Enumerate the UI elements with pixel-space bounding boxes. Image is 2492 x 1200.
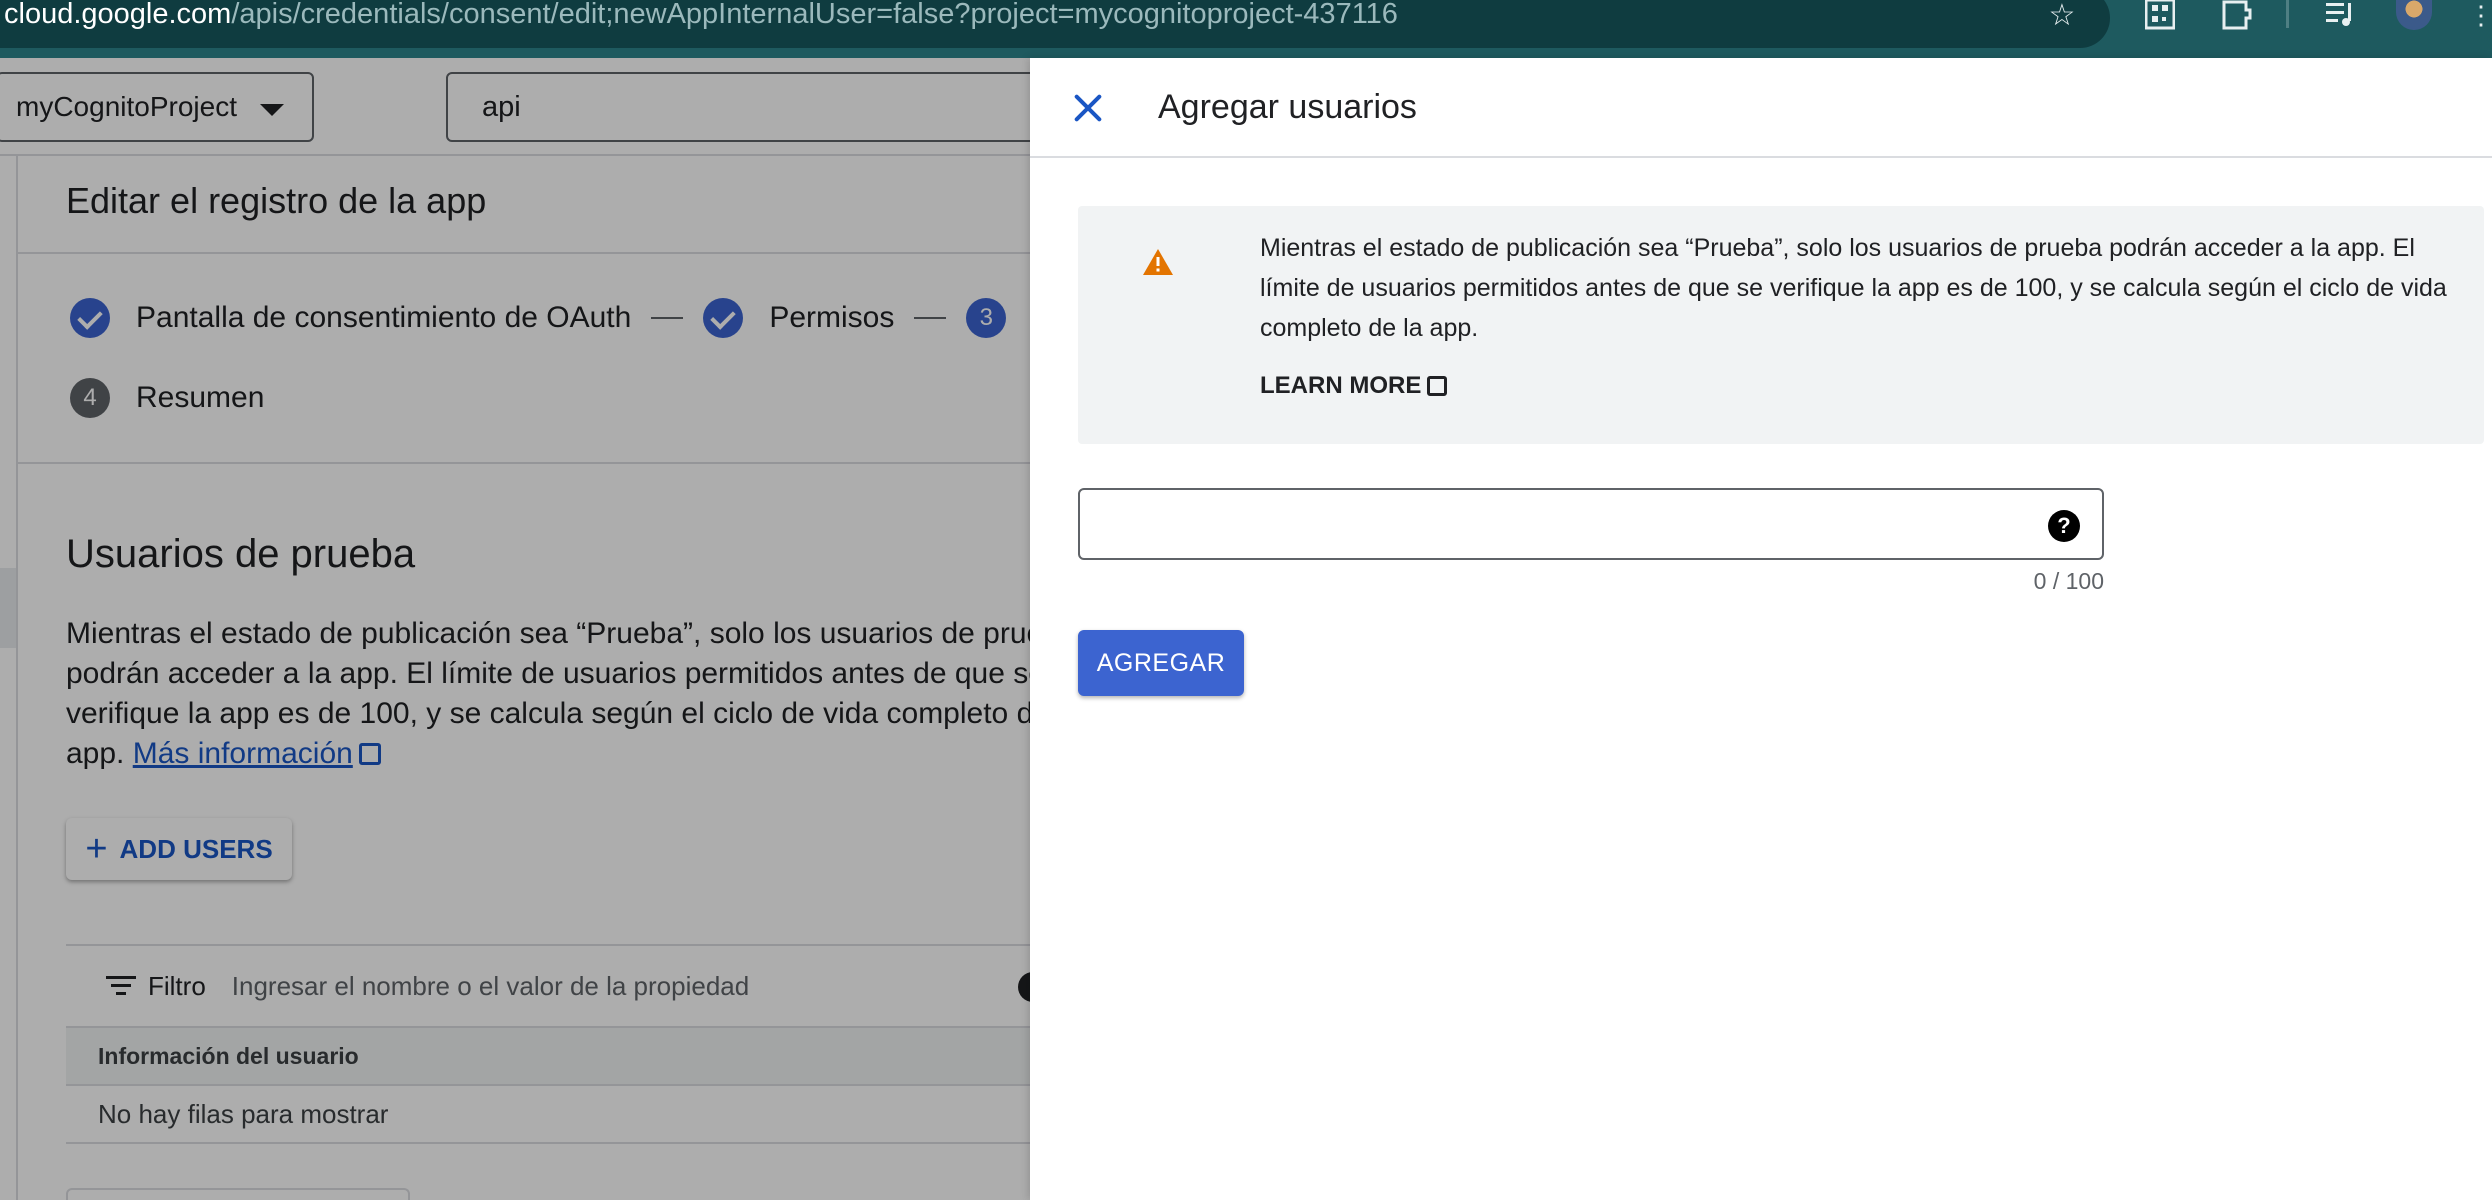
star-icon[interactable]: ☆	[2044, 0, 2080, 32]
learn-more-label: LEARN MORE	[1260, 372, 1422, 399]
external-link-icon	[1427, 376, 1448, 396]
notice-line: límite de usuarios permitidos antes de q…	[1260, 274, 2447, 302]
profile-avatar[interactable]	[2396, 0, 2432, 30]
panel-header: Agregar usuarios	[1030, 58, 2492, 158]
user-counter: 0 / 100	[2033, 568, 2104, 594]
url-host: cloud.google.com	[4, 0, 232, 30]
notice-line: Mientras el estado de publicación sea “P…	[1260, 234, 2415, 262]
close-icon[interactable]	[1066, 86, 1110, 130]
user-email-input[interactable]	[1096, 500, 2036, 550]
url-text: cloud.google.com/apis/credentials/consen…	[4, 0, 1398, 30]
warning-icon	[1143, 249, 1173, 275]
url-path: /apis/credentials/consent/edit;newAppInt…	[231, 0, 1398, 30]
learn-more-link[interactable]: LEARN MORE	[1260, 372, 1448, 400]
qr-code-icon[interactable]	[2142, 0, 2178, 30]
toolbar-divider	[2286, 0, 2289, 28]
testing-notice: Mientras el estado de publicación sea “P…	[1078, 206, 2484, 444]
notice-text: Mientras el estado de publicación sea “P…	[1260, 228, 2470, 348]
notice-line: completo de la app.	[1260, 314, 1479, 342]
help-icon[interactable]: ?	[2048, 510, 2080, 542]
media-queue-icon[interactable]	[2322, 0, 2358, 30]
more-menu-icon[interactable]: ⋮	[2468, 0, 2492, 30]
extension-icon[interactable]	[2218, 0, 2254, 30]
user-email-field[interactable]: ?	[1078, 488, 2104, 560]
browser-toolbar: cloud.google.com/apis/credentials/consen…	[0, 0, 2492, 58]
address-bar[interactable]: cloud.google.com/apis/credentials/consen…	[0, 0, 2110, 48]
add-button[interactable]: AGREGAR	[1078, 630, 1244, 696]
add-users-panel: Agregar usuarios Mientras el estado de p…	[1030, 58, 2492, 1200]
panel-title: Agregar usuarios	[1158, 88, 1417, 126]
